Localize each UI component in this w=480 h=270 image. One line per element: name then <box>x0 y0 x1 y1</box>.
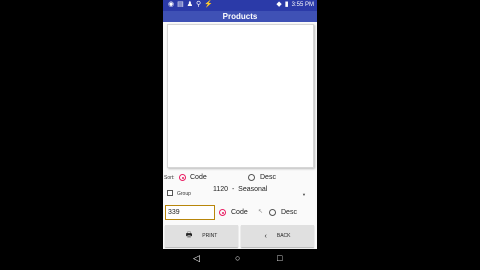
signal-icon: ⚡ <box>204 1 213 8</box>
back-chevron-icon: ‹ <box>264 232 267 240</box>
wifi-icon: ◆ <box>276 1 282 8</box>
sd-card-icon: ▤ <box>177 1 184 8</box>
sort-code-label[interactable]: Code <box>190 174 207 181</box>
search-code-radio[interactable] <box>219 209 226 216</box>
products-list[interactable] <box>167 24 314 168</box>
phone-screen: ◉ ▤ ♟ ⚲ ⚡ ◆ ▮ 3:55 PM Products Sort: Cod… <box>163 0 317 270</box>
printer-icon: 🖶 <box>185 231 193 239</box>
group-checkbox[interactable] <box>167 190 173 196</box>
back-button[interactable]: ‹ BACK <box>241 225 314 247</box>
code-input[interactable]: 339 <box>165 205 215 220</box>
pointer-cursor-icon: ↖ <box>258 209 264 215</box>
back-button-label: BACK <box>276 233 291 239</box>
sort-label: Sort: <box>164 175 175 181</box>
status-icons-left: ◉ ▤ ♟ ⚲ ⚡ <box>168 1 213 9</box>
sort-desc-label[interactable]: Desc <box>260 174 276 181</box>
app-title: Products <box>163 11 317 22</box>
search-desc-label[interactable]: Desc <box>281 209 297 216</box>
navigation-bar: ◁ ○ □ <box>163 249 317 270</box>
nav-back-icon[interactable]: ◁ <box>193 253 200 264</box>
search-code-label[interactable]: Code <box>231 209 248 216</box>
nav-recents-icon[interactable]: □ <box>277 253 282 263</box>
group-label[interactable]: Group <box>177 191 191 197</box>
print-button[interactable]: 🖶 PRINT <box>165 225 238 247</box>
status-bar: ◉ ▤ ♟ ⚲ ⚡ ◆ ▮ 3:55 PM <box>163 0 317 11</box>
usb-icon: ⚲ <box>196 1 202 8</box>
eye-icon: ◉ <box>168 1 175 8</box>
status-time: 3:55 PM <box>291 2 314 8</box>
sort-desc-radio[interactable] <box>248 174 255 181</box>
group-spinner-value[interactable]: 1120 - Seasonal <box>213 186 267 193</box>
status-icons-right: ◆ ▮ 3:55 PM <box>276 1 314 9</box>
sort-code-radio[interactable] <box>179 174 186 181</box>
spinner-dropdown-icon[interactable]: ▼ <box>302 192 306 197</box>
print-button-label: PRINT <box>202 233 218 239</box>
android-icon: ♟ <box>186 1 194 8</box>
battery-icon: ▮ <box>284 1 289 8</box>
search-desc-radio[interactable] <box>269 209 276 216</box>
nav-home-icon[interactable]: ○ <box>235 253 240 263</box>
